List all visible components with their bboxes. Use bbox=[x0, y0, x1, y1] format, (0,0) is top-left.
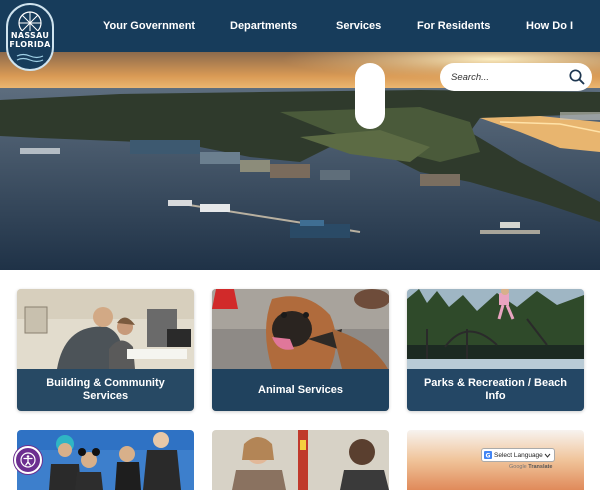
logo-text-line1: NASSAU bbox=[10, 31, 50, 40]
kids-group-photo bbox=[17, 430, 194, 490]
google-g-icon: G bbox=[484, 451, 492, 459]
card-animal-services[interactable]: Animal Services bbox=[212, 289, 389, 411]
logo-waves-icon bbox=[16, 53, 44, 63]
nav-your-government[interactable]: Your Government bbox=[103, 0, 195, 52]
language-select[interactable]: G Select Language bbox=[481, 448, 555, 462]
card-parks-recreation-beach-info[interactable]: Parks & Recreation / Beach Info bbox=[407, 289, 584, 411]
hero-slide-control[interactable] bbox=[355, 63, 385, 129]
card-label: Building & Community Services bbox=[17, 369, 194, 411]
card-staff-photo[interactable] bbox=[212, 430, 389, 490]
site-header: NASSAU FLORIDA Your Government Departmen… bbox=[0, 0, 600, 71]
staff-meeting-photo bbox=[212, 430, 389, 490]
card-label: Parks & Recreation / Beach Info bbox=[407, 369, 584, 411]
nav-how-do-i[interactable]: How Do I bbox=[526, 0, 573, 52]
chevron-down-icon bbox=[544, 453, 551, 458]
card-kids-photo[interactable] bbox=[17, 430, 194, 490]
powered-by-word: Translate bbox=[528, 464, 553, 470]
svg-text:G: G bbox=[486, 452, 491, 459]
language-select-label: Select Language bbox=[494, 451, 543, 459]
nav-services[interactable]: Services bbox=[336, 0, 381, 52]
search-input[interactable] bbox=[451, 71, 563, 83]
logo-emblem-icon bbox=[18, 11, 42, 31]
nassau-florida-logo[interactable]: NASSAU FLORIDA bbox=[6, 3, 54, 71]
card-building-community-services[interactable]: Building & Community Services bbox=[17, 289, 194, 411]
logo-text-line2: FLORIDA bbox=[9, 40, 51, 49]
search-icon[interactable] bbox=[568, 68, 586, 86]
powered-by-google: Google Translate bbox=[481, 464, 557, 470]
accessibility-icon[interactable] bbox=[14, 446, 42, 474]
search-bar bbox=[440, 63, 592, 91]
nav-departments[interactable]: Departments bbox=[230, 0, 297, 52]
powered-by-prefix: Google bbox=[509, 464, 527, 470]
nav-for-residents[interactable]: For Residents bbox=[417, 0, 490, 52]
google-translate-widget: G Select Language Google Translate bbox=[481, 448, 557, 474]
card-label: Animal Services bbox=[212, 369, 389, 411]
